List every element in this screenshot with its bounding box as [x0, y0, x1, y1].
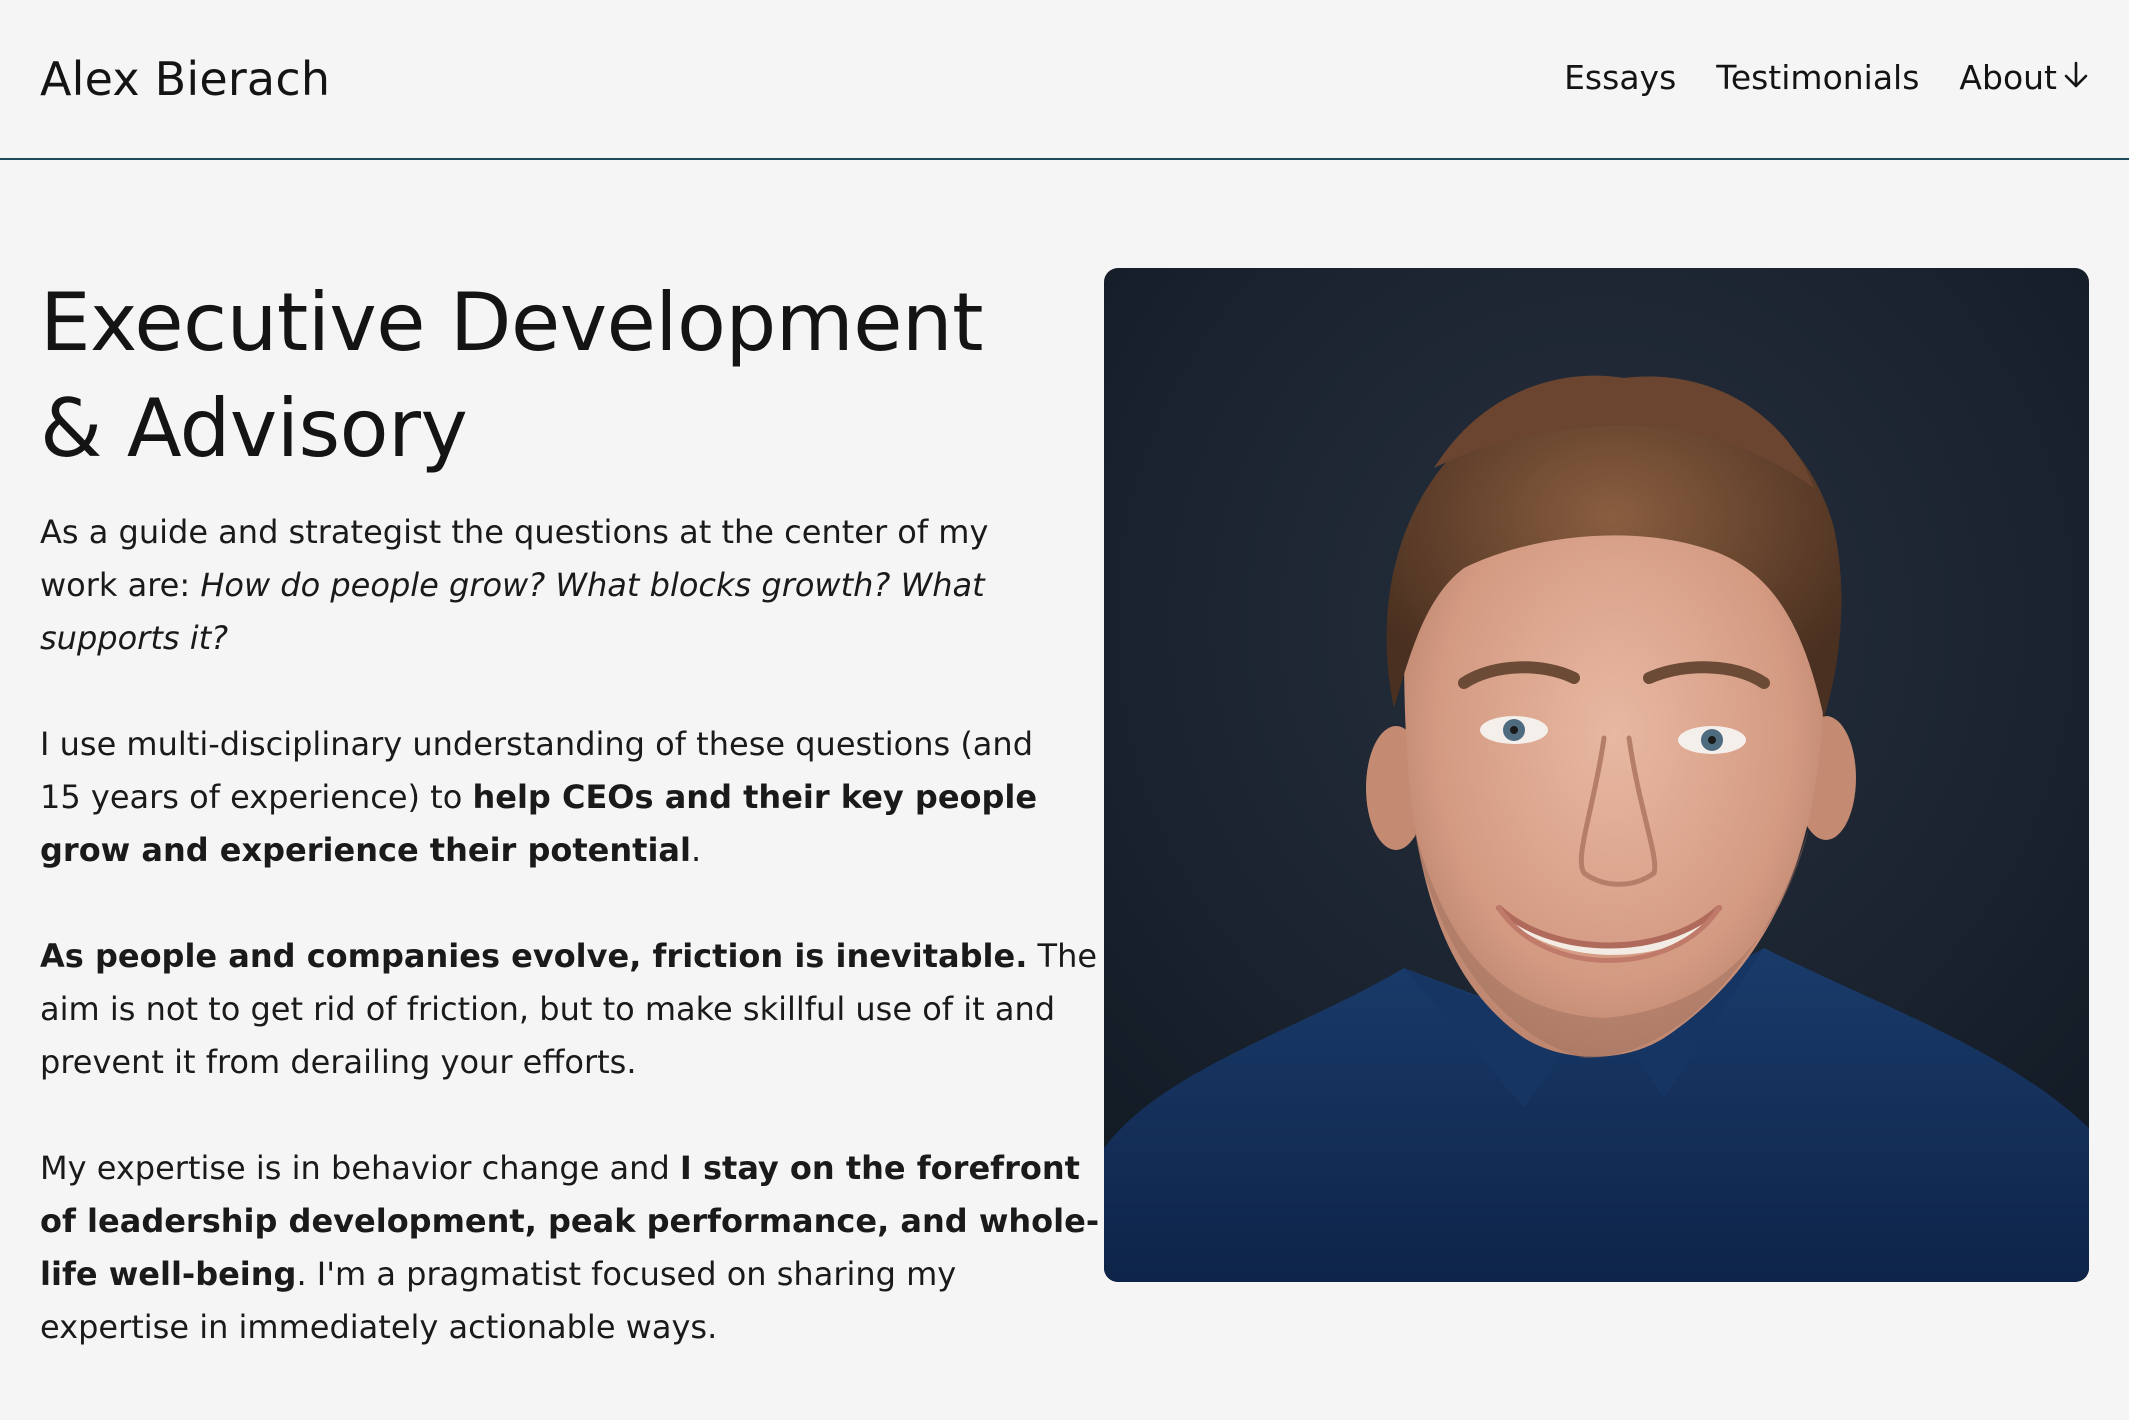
bold-run: help CEOs and their key people: [472, 778, 1038, 816]
page-title: Executive Development & Advisory: [40, 270, 1040, 482]
bold-run: of leadership development, peak performa…: [40, 1202, 1100, 1240]
text-run: work are:: [40, 566, 201, 604]
nav-about-dropdown[interactable]: About: [1959, 58, 2089, 97]
page-title-line-1: Executive Development: [40, 276, 983, 369]
text-run: The: [1027, 937, 1098, 975]
site-logo-link[interactable]: Alex Bierach: [40, 52, 330, 106]
site-header: Alex Bierach Essays Testimonials About: [0, 0, 2129, 160]
italic-run: How do people grow? What blocks growth? …: [200, 566, 985, 604]
text-run: prevent it from derailing your efforts.: [40, 1043, 637, 1081]
italic-run: supports it?: [40, 619, 229, 657]
nav-essays-link[interactable]: Essays: [1564, 58, 1676, 97]
nav-testimonials-link[interactable]: Testimonials: [1716, 58, 1919, 97]
intro-paragraph-1: As a guide and strategist the questions …: [40, 506, 1040, 665]
portrait-photo: [1104, 268, 2089, 1282]
bold-run: As people and companies evolve, friction…: [40, 937, 1028, 975]
nav-about-label: About: [1959, 58, 2057, 97]
text-run: 15 years of experience) to: [40, 778, 473, 816]
text-run: .: [690, 831, 702, 869]
text-run: aim is not to get rid of friction, but t…: [40, 990, 1056, 1028]
intro-paragraph-3: As people and companies evolve, friction…: [40, 930, 1097, 1089]
text-run: expertise in immediately actionable ways…: [40, 1308, 718, 1346]
text-run: As a guide and strategist the questions …: [40, 513, 989, 551]
intro-text: As a guide and strategist the questions …: [40, 506, 1099, 1407]
text-run: My expertise is in behavior change and: [40, 1149, 680, 1187]
bold-run: life well-being: [40, 1255, 297, 1293]
bold-run: I stay on the forefront: [679, 1149, 1080, 1187]
arrow-down-icon: [2063, 60, 2089, 95]
intro-paragraph-2: I use multi-disciplinary understanding o…: [40, 718, 1040, 877]
portrait-illustration: [1104, 268, 2089, 1282]
bold-run: grow and experience their potential: [40, 831, 691, 869]
text-run: . I'm a pragmatist focused on sharing my: [296, 1255, 957, 1293]
page-title-line-2: & Advisory: [40, 382, 468, 475]
intro-paragraph-4: My expertise is in behavior change and I…: [40, 1142, 1099, 1354]
main-nav: Essays Testimonials About: [1564, 58, 2089, 97]
text-run: I use multi-disciplinary understanding o…: [40, 725, 1033, 763]
